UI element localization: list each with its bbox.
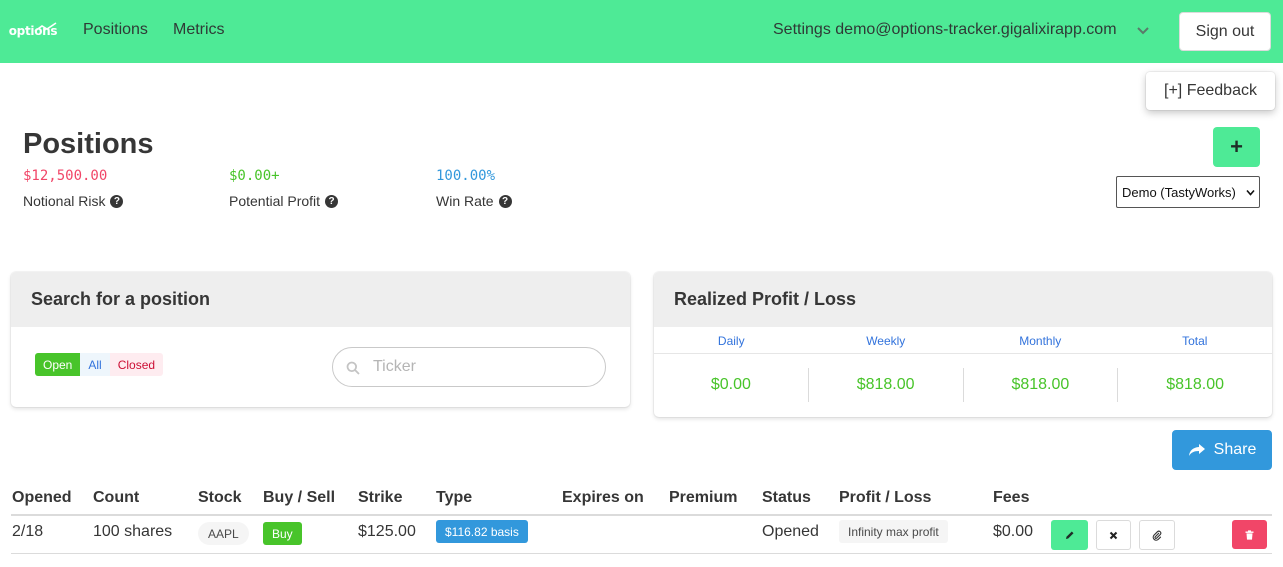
attach-file-button[interactable] <box>1139 520 1175 550</box>
stat-label-text: Potential Profit <box>229 193 321 209</box>
search-placeholder: Ticker <box>373 358 416 375</box>
stat-label-text: Win Rate <box>436 193 494 209</box>
account-select[interactable]: Demo (TastyWorks) <box>1116 176 1260 208</box>
cell-type-tag: $116.82 basis <box>436 520 528 543</box>
page-title: Positions <box>23 128 154 160</box>
question-circle-icon[interactable]: ? <box>110 194 124 208</box>
pl-label-monthly: Monthly <box>1019 334 1062 348</box>
col-header-opened[interactable]: Opened <box>12 489 72 507</box>
cell-stock-tag[interactable]: AAPL <box>198 522 249 545</box>
filter-closed[interactable]: Closed <box>109 353 164 376</box>
sign-out-button[interactable]: Sign out <box>1179 12 1271 51</box>
col-header-status[interactable]: Status <box>762 489 811 507</box>
pl-value-daily: $0.00 <box>710 376 751 393</box>
cell-fees: $0.00 <box>993 523 1034 540</box>
pl-label-weekly: Weekly <box>866 334 906 348</box>
pl-label-total: Total <box>1182 334 1208 348</box>
paperclip-icon <box>1152 530 1162 541</box>
add-position-button[interactable]: + <box>1213 127 1260 167</box>
share-button[interactable]: Share <box>1172 430 1272 470</box>
ticker-search-input[interactable]: Ticker <box>332 347 606 387</box>
search-card-title: Search for a position <box>11 272 630 327</box>
col-header-buy-sell[interactable]: Buy / Sell <box>263 489 335 507</box>
account-select-value: Demo (TastyWorks) <box>1122 184 1236 200</box>
nav-link-positions[interactable]: Positions <box>83 21 148 39</box>
pencil-icon <box>1065 531 1073 539</box>
pl-value-monthly: $818.00 <box>962 368 1118 402</box>
edit-position-button[interactable] <box>1051 520 1088 550</box>
table-header-divider <box>11 514 1272 516</box>
stat-label-text: Notional Risk <box>23 193 106 209</box>
stat-value: $0.00+ <box>229 168 280 184</box>
chart-line-icon <box>34 22 57 32</box>
col-header-fees[interactable]: Fees <box>993 489 1029 507</box>
cell-profit-loss-tag: Infinity max profit <box>839 520 948 543</box>
cell-strike: $125.00 <box>358 523 416 540</box>
user-email: demo@options-tracker.gigalixirapp.com <box>835 21 1117 38</box>
stat-notional-risk: $12,500.00 Notional Risk ? <box>23 168 124 209</box>
chevron-down-icon <box>1246 189 1255 196</box>
question-circle-icon[interactable]: ? <box>325 194 339 208</box>
pl-value-total: $818.00 <box>1117 368 1272 402</box>
status-filter-group: Open All Closed <box>35 353 164 376</box>
stat-win-rate: 100.00% Win Rate ? <box>436 168 512 209</box>
search-card: Search for a position Open All Closed Ti… <box>11 272 630 407</box>
stat-label: Win Rate ? <box>436 193 512 209</box>
cell-count: 100 shares <box>93 523 173 540</box>
settings-label: Settings <box>773 21 831 38</box>
settings-menu[interactable]: Settings demo@options-tracker.gigalixira… <box>773 21 1117 39</box>
chevron-down-icon[interactable] <box>1136 26 1150 36</box>
pl-value-weekly: $818.00 <box>807 368 963 402</box>
col-header-profit-loss[interactable]: Profit / Loss <box>839 489 931 507</box>
col-header-strike[interactable]: Strike <box>358 489 402 507</box>
col-header-stock[interactable]: Stock <box>198 489 242 507</box>
realized-pl-card: Realized Profit / Loss Daily Weekly Mont… <box>654 272 1272 417</box>
col-header-expires-on[interactable]: Expires on <box>562 489 644 507</box>
cell-status: Opened <box>762 523 819 540</box>
share-arrow-icon <box>1188 444 1205 456</box>
close-position-button[interactable] <box>1096 520 1131 550</box>
trash-icon <box>1245 529 1254 540</box>
pl-period-labels: Daily Weekly Monthly Total <box>654 327 1272 354</box>
pl-period-values: $0.00 $818.00 $818.00 $818.00 <box>654 368 1272 402</box>
realized-pl-title: Realized Profit / Loss <box>654 272 1272 327</box>
stat-value: 100.00% <box>436 168 496 184</box>
cell-side-tag: Buy <box>263 522 302 545</box>
navbar: options Positions Metrics Settings demo@… <box>0 0 1283 63</box>
search-icon <box>346 361 360 375</box>
logo[interactable]: options <box>8 8 58 54</box>
col-header-type[interactable]: Type <box>436 489 472 507</box>
col-header-count[interactable]: Count <box>93 489 139 507</box>
close-icon <box>1109 531 1118 539</box>
stat-label: Potential Profit ? <box>229 193 339 209</box>
stat-label: Notional Risk ? <box>23 193 124 209</box>
cell-opened: 2/18 <box>12 523 44 540</box>
table-row-divider <box>11 553 1272 554</box>
delete-position-button[interactable] <box>1232 520 1267 549</box>
filter-open[interactable]: Open <box>35 353 81 376</box>
stat-value: $12,500.00 <box>23 168 108 184</box>
stat-potential-profit: $0.00+ Potential Profit ? <box>229 168 339 209</box>
col-header-premium[interactable]: Premium <box>669 489 737 507</box>
filter-all[interactable]: All <box>80 353 110 376</box>
question-circle-icon[interactable]: ? <box>498 194 512 208</box>
feedback-button[interactable]: [+] Feedback <box>1146 72 1275 110</box>
nav-link-metrics[interactable]: Metrics <box>173 21 225 39</box>
pl-label-daily: Daily <box>717 334 745 348</box>
share-label: Share <box>1213 441 1257 458</box>
